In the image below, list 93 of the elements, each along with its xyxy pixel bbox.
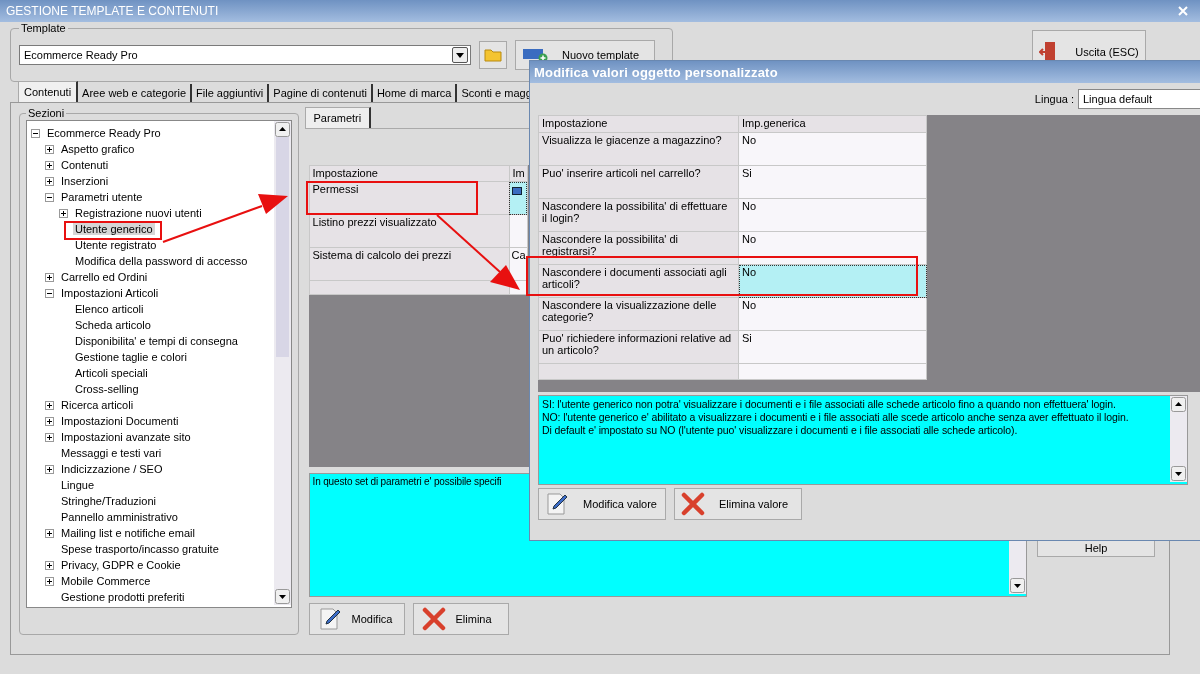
tree-item[interactable]: Cross-selling [73,383,141,395]
template-dropdown[interactable]: Ecommerce Ready Pro [19,45,471,65]
tree-item[interactable]: Modifica della password di accesso [73,255,250,267]
tree-item[interactable]: Inserzioni [59,175,111,187]
scrollbar[interactable] [1170,396,1187,482]
table-cell: Sistema di calcolo dei prezzi [309,247,510,281]
tree-item[interactable]: Spese trasporto/incasso gratuite [59,543,221,555]
delete-button[interactable]: Elimina [412,603,509,635]
tree-item[interactable]: Carrello ed Ordini [59,271,150,283]
pencil-document-icon [545,492,569,516]
table-cell: Listino prezzi visualizzato [309,214,510,248]
table-cell[interactable]: No [738,198,927,232]
tree-item[interactable]: Impostazioni avanzate sito [59,431,193,443]
collapse-icon[interactable] [31,128,40,138]
table-cell[interactable]: No [738,297,927,331]
expand-icon[interactable] [45,176,54,186]
tab[interactable]: Contenuti [18,81,79,102]
language-field[interactable]: Lingua default [1078,89,1200,109]
description-text: SI: l'utente generico non potra' visualizzare i documenti e i file associati alle schede articolo fino a quando non effettuera' login. NO: l'utente generico e' abilitato a visualizzare i documenti e i file associati alle scede articolo anche senza aver effettuato il login. Di default e' impostato su NO (l'utente puo' visualizzare i documenti e i file associati alle schede articolo). [541,397,1130,438]
collapse-icon[interactable] [45,288,54,298]
delete-x-icon [421,607,446,631]
expand-icon[interactable] [45,400,54,410]
delete-x-icon [681,492,705,516]
group-label: Template [20,22,67,34]
folder-icon [484,48,502,62]
tree-item[interactable]: Gestione taglie e colori [73,351,189,363]
expand-icon[interactable] [45,528,54,538]
tree-item[interactable]: Privacy, GDPR e Cookie [59,559,183,571]
tree-item[interactable]: Pannello amministrativo [59,511,180,523]
tab[interactable]: File aggiuntivi [192,84,270,102]
expand-icon[interactable] [45,160,54,170]
edit-button[interactable]: Modifica [308,603,405,635]
column-header: Imp.generica [738,115,927,133]
tab[interactable]: Home di marca [372,84,458,102]
table-cell[interactable]: Si [738,165,927,199]
table-cell: Puo' richiedere informazioni relative ad un articolo? [538,330,739,364]
group-label: Sezioni [27,107,66,119]
dropdown-arrow-icon [456,52,464,58]
tree-item[interactable]: Messaggi e testi vari [59,447,164,459]
table-cell: Puo' inserire articoli nel carrello? [538,165,739,199]
tab[interactable]: Pagine di contenuti [269,84,373,102]
expand-icon[interactable] [45,432,54,442]
tree-item[interactable]: Utente registrato [73,239,159,251]
tree-item[interactable]: Impostazioni Documenti [59,415,181,427]
tree-item[interactable]: Ricerca articoli [59,399,136,411]
tree-item[interactable]: Utente generico [73,223,155,235]
scroll-down-icon[interactable] [1010,578,1026,593]
expand-icon[interactable] [45,560,54,570]
scroll-up-icon[interactable] [1171,397,1186,412]
edit-value-button[interactable]: Modifica valore [538,488,666,520]
table-cell[interactable]: Si [738,330,927,364]
tree-item[interactable]: Mobile Commerce [59,575,153,587]
tree-item[interactable]: Ecommerce Ready Pro [45,127,163,139]
tree-item[interactable]: Indicizzazione / SEO [59,463,165,475]
scroll-up-icon[interactable] [274,122,290,137]
expand-icon[interactable] [45,272,54,282]
collapse-icon[interactable] [45,192,54,202]
tree-item[interactable]: Impostazioni Articoli [59,287,161,299]
tree-item[interactable]: Scheda articolo [73,319,153,331]
field-label: Lingua : [1034,93,1074,105]
scroll-down-icon[interactable] [274,589,290,604]
tree-item[interactable]: Disponibilita' e tempi di consegna [73,335,240,347]
expand-icon[interactable] [45,416,54,426]
expand-icon[interactable] [45,144,54,154]
table-cell: Nascondere la visualizzazione delle categorie? [538,297,739,331]
tree-item[interactable]: Parametri utente [59,191,145,203]
pencil-document-icon [317,607,342,631]
tree-item[interactable]: Gestione prodotti preferiti [59,591,187,603]
tree-item[interactable]: Stringhe/Traduzioni [59,495,158,507]
scroll-down-icon[interactable] [1171,466,1186,481]
column-header: Impostazione [538,115,739,133]
expand-icon[interactable] [59,208,68,218]
tree-item[interactable]: Aspetto grafico [59,143,137,155]
window-title: GESTIONE TEMPLATE E CONTENUTI [6,4,219,18]
tree-item[interactable]: Registrazione nuovi utenti [73,207,204,219]
tree-item[interactable]: Mailing list e notifiche email [59,527,197,539]
delete-value-button[interactable]: Elimina valore [674,488,802,520]
expand-icon[interactable] [45,576,54,586]
tree-item[interactable]: Elenco articoli [73,303,146,315]
description-text: In questo set di parametri e' possibile specifi [311,475,503,489]
tab[interactable]: Parametri [304,107,372,128]
table-cell: Visualizza le giacenze a magazzino? [538,132,739,166]
tree-item[interactable]: Articoli speciali [73,367,150,379]
table-cell: Nascondere la possibilita' di effettuare il login? [538,198,739,232]
column-header: Impostazione [309,165,510,182]
close-icon[interactable] [1178,6,1188,16]
tab[interactable]: Aree web e categorie [78,84,193,102]
tree-item[interactable]: Lingue [59,479,97,491]
window-icon [511,187,522,195]
scrollbar[interactable] [273,121,291,605]
tree-item[interactable]: Contenuti [59,159,111,171]
table-cell[interactable]: No [738,132,927,166]
expand-icon[interactable] [45,464,54,474]
